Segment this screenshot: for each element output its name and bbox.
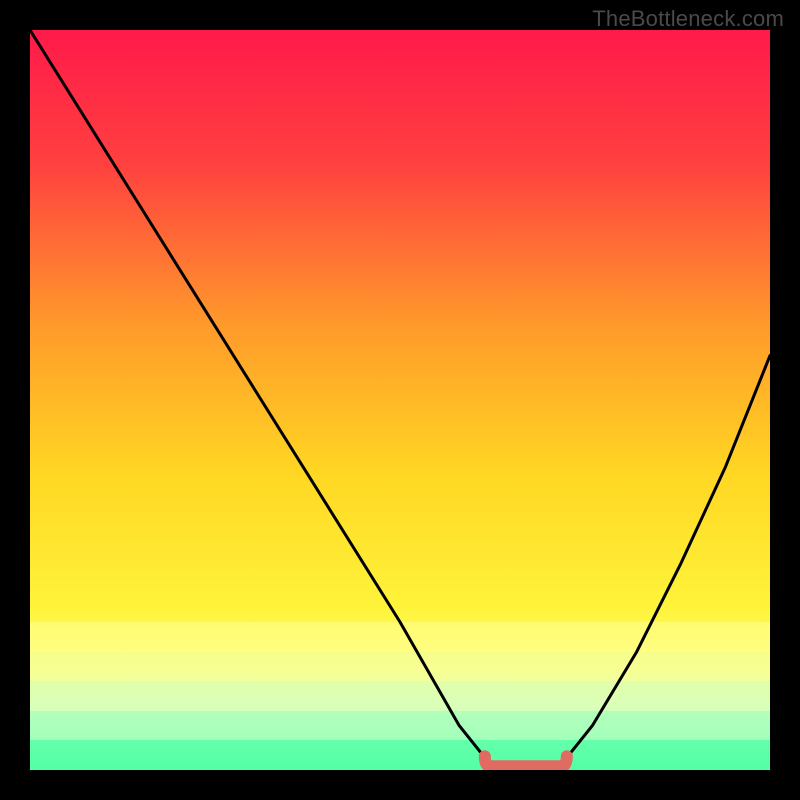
watermark-text: TheBottleneck.com [592,6,784,32]
marker-layer [30,30,770,770]
optimal-range-end-right [563,756,567,766]
chart-frame: TheBottleneck.com [0,0,800,800]
optimal-range-end-left [485,756,489,766]
plot-area [30,30,770,770]
